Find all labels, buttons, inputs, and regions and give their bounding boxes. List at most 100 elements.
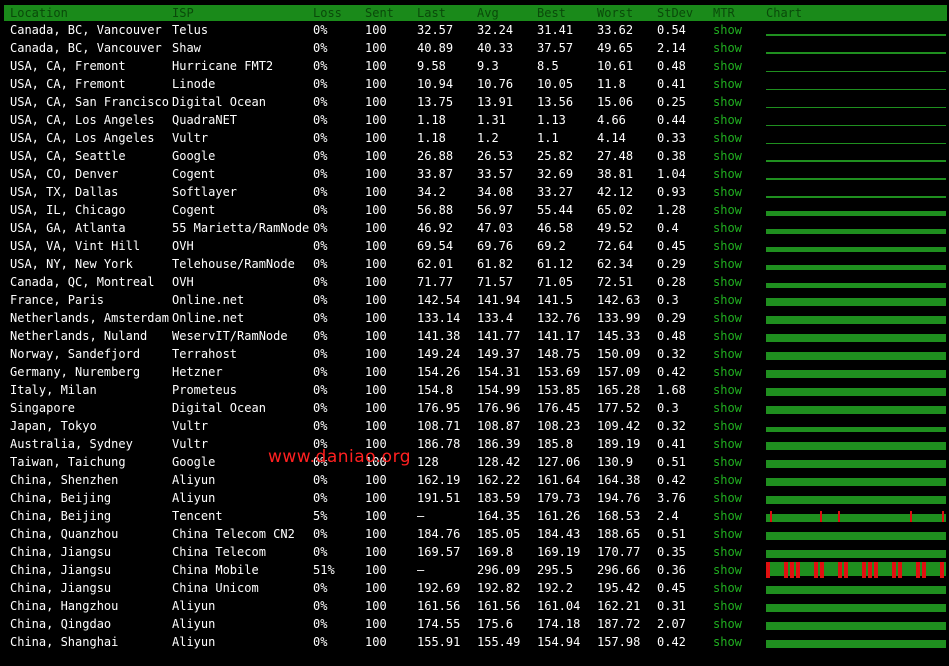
latency-bar [766,229,946,234]
mtr-show-link[interactable]: show [713,597,742,615]
table-row: China, Beijing Tencent 5% 100 – 164.35 161.26 1… [4,507,947,525]
latency-chart [766,352,946,360]
cell-stdev: 0.44 [657,113,686,127]
mtr-show-link[interactable]: show [713,309,742,327]
cell-best: 185.8 [537,437,574,451]
cell-location: Taiwan, Taichung [10,455,126,469]
cell-avg: 154.31 [477,365,521,379]
cell-sent: 100 [365,581,387,595]
mtr-show-link[interactable]: show [713,435,742,453]
latency-chart [766,283,946,288]
loss-marker [892,562,896,578]
cell-isp: Aliyun [172,599,216,613]
mtr-show-link[interactable]: show [713,417,742,435]
mtr-show-link[interactable]: show [713,75,742,93]
mtr-show-link[interactable]: show [713,579,742,597]
mtr-show-link[interactable]: show [713,363,742,381]
cell-isp: China Telecom CN2 [172,527,295,541]
header-last: Last [417,6,446,20]
latency-chart [766,107,946,108]
mtr-show-link[interactable]: show [713,381,742,399]
cell-sent: 100 [365,311,387,325]
cell-worst: 189.19 [597,437,641,451]
cell-loss: 0% [313,167,328,181]
cell-sent: 100 [365,329,387,343]
table-row: Italy, Milan Prometeus 0% 100 154.8 154.99 153… [4,381,947,399]
cell-worst: 194.76 [597,491,641,505]
mtr-show-link[interactable]: show [713,255,742,273]
cell-sent: 100 [365,635,387,649]
mtr-show-link[interactable]: show [713,345,742,363]
mtr-show-link[interactable]: show [713,399,742,417]
mtr-show-link[interactable]: show [713,21,742,39]
mtr-show-link[interactable]: show [713,93,742,111]
cell-worst: 15.06 [597,95,634,109]
cell-location: China, Shenzhen [10,473,119,487]
latency-chart [766,370,946,378]
cell-avg: 185.05 [477,527,521,541]
cell-best: 32.69 [537,167,574,181]
mtr-show-link[interactable]: show [713,615,742,633]
mtr-show-link[interactable]: show [713,525,742,543]
latency-chart [766,211,946,216]
cell-avg: 128.42 [477,455,521,469]
mtr-show-link[interactable]: show [713,219,742,237]
latency-bar [766,514,946,522]
cell-worst: 49.65 [597,41,634,55]
mtr-show-link[interactable]: show [713,507,742,525]
latency-bar [766,427,946,432]
cell-worst: 4.14 [597,131,626,145]
cell-avg: 34.08 [477,185,514,199]
mtr-show-link[interactable]: show [713,273,742,291]
loss-marker [874,562,878,578]
loss-marker [838,511,840,522]
mtr-show-link[interactable]: show [713,489,742,507]
header-best: Best [537,6,566,20]
cell-worst: 49.52 [597,221,634,235]
mtr-show-link[interactable]: show [713,57,742,75]
cell-sent: 100 [365,185,387,199]
latency-bar [766,532,946,540]
cell-last: 40.89 [417,41,454,55]
cell-stdev: 0.45 [657,239,686,253]
mtr-show-link[interactable]: show [713,561,742,579]
cell-loss: 0% [313,545,328,559]
loss-marker [910,511,912,522]
mtr-show-link[interactable]: show [713,237,742,255]
cell-loss: 0% [313,581,328,595]
cell-loss: 0% [313,221,328,235]
mtr-show-link[interactable]: show [713,39,742,57]
mtr-show-link[interactable]: show [713,471,742,489]
mtr-show-link[interactable]: show [713,327,742,345]
loss-marker [916,562,920,578]
cell-stdev: 0.33 [657,131,686,145]
cell-loss: 0% [313,473,328,487]
cell-sent: 100 [365,41,387,55]
cell-location: China, Jiangsu [10,545,112,559]
cell-best: 37.57 [537,41,574,55]
cell-best: 161.64 [537,473,581,487]
cell-worst: 62.34 [597,257,634,271]
cell-isp: Softlayer [172,185,238,199]
mtr-show-link[interactable]: show [713,147,742,165]
mtr-show-link[interactable]: show [713,291,742,309]
cell-avg: 162.22 [477,473,521,487]
mtr-show-link[interactable]: show [713,633,742,651]
cell-loss: 0% [313,131,328,145]
table-row: China, Beijing Aliyun 0% 100 191.51 183.59 179… [4,489,947,507]
mtr-show-link[interactable]: show [713,543,742,561]
mtr-show-link[interactable]: show [713,201,742,219]
mtr-show-link[interactable]: show [713,111,742,129]
latency-chart [766,496,946,504]
cell-stdev: 0.36 [657,563,686,577]
cell-location: Netherlands, Nuland [10,329,148,343]
table-row: USA, NY, New York Telehouse/RamNode 0% 100 6… [4,255,947,273]
cell-location: USA, CA, Los Angeles [10,131,155,145]
mtr-show-link[interactable]: show [713,165,742,183]
mtr-show-link[interactable]: show [713,183,742,201]
cell-sent: 100 [365,473,387,487]
mtr-show-link[interactable]: show [713,453,742,471]
mtr-show-link[interactable]: show [713,129,742,147]
cell-sent: 100 [365,617,387,631]
latency-chart [766,298,946,306]
